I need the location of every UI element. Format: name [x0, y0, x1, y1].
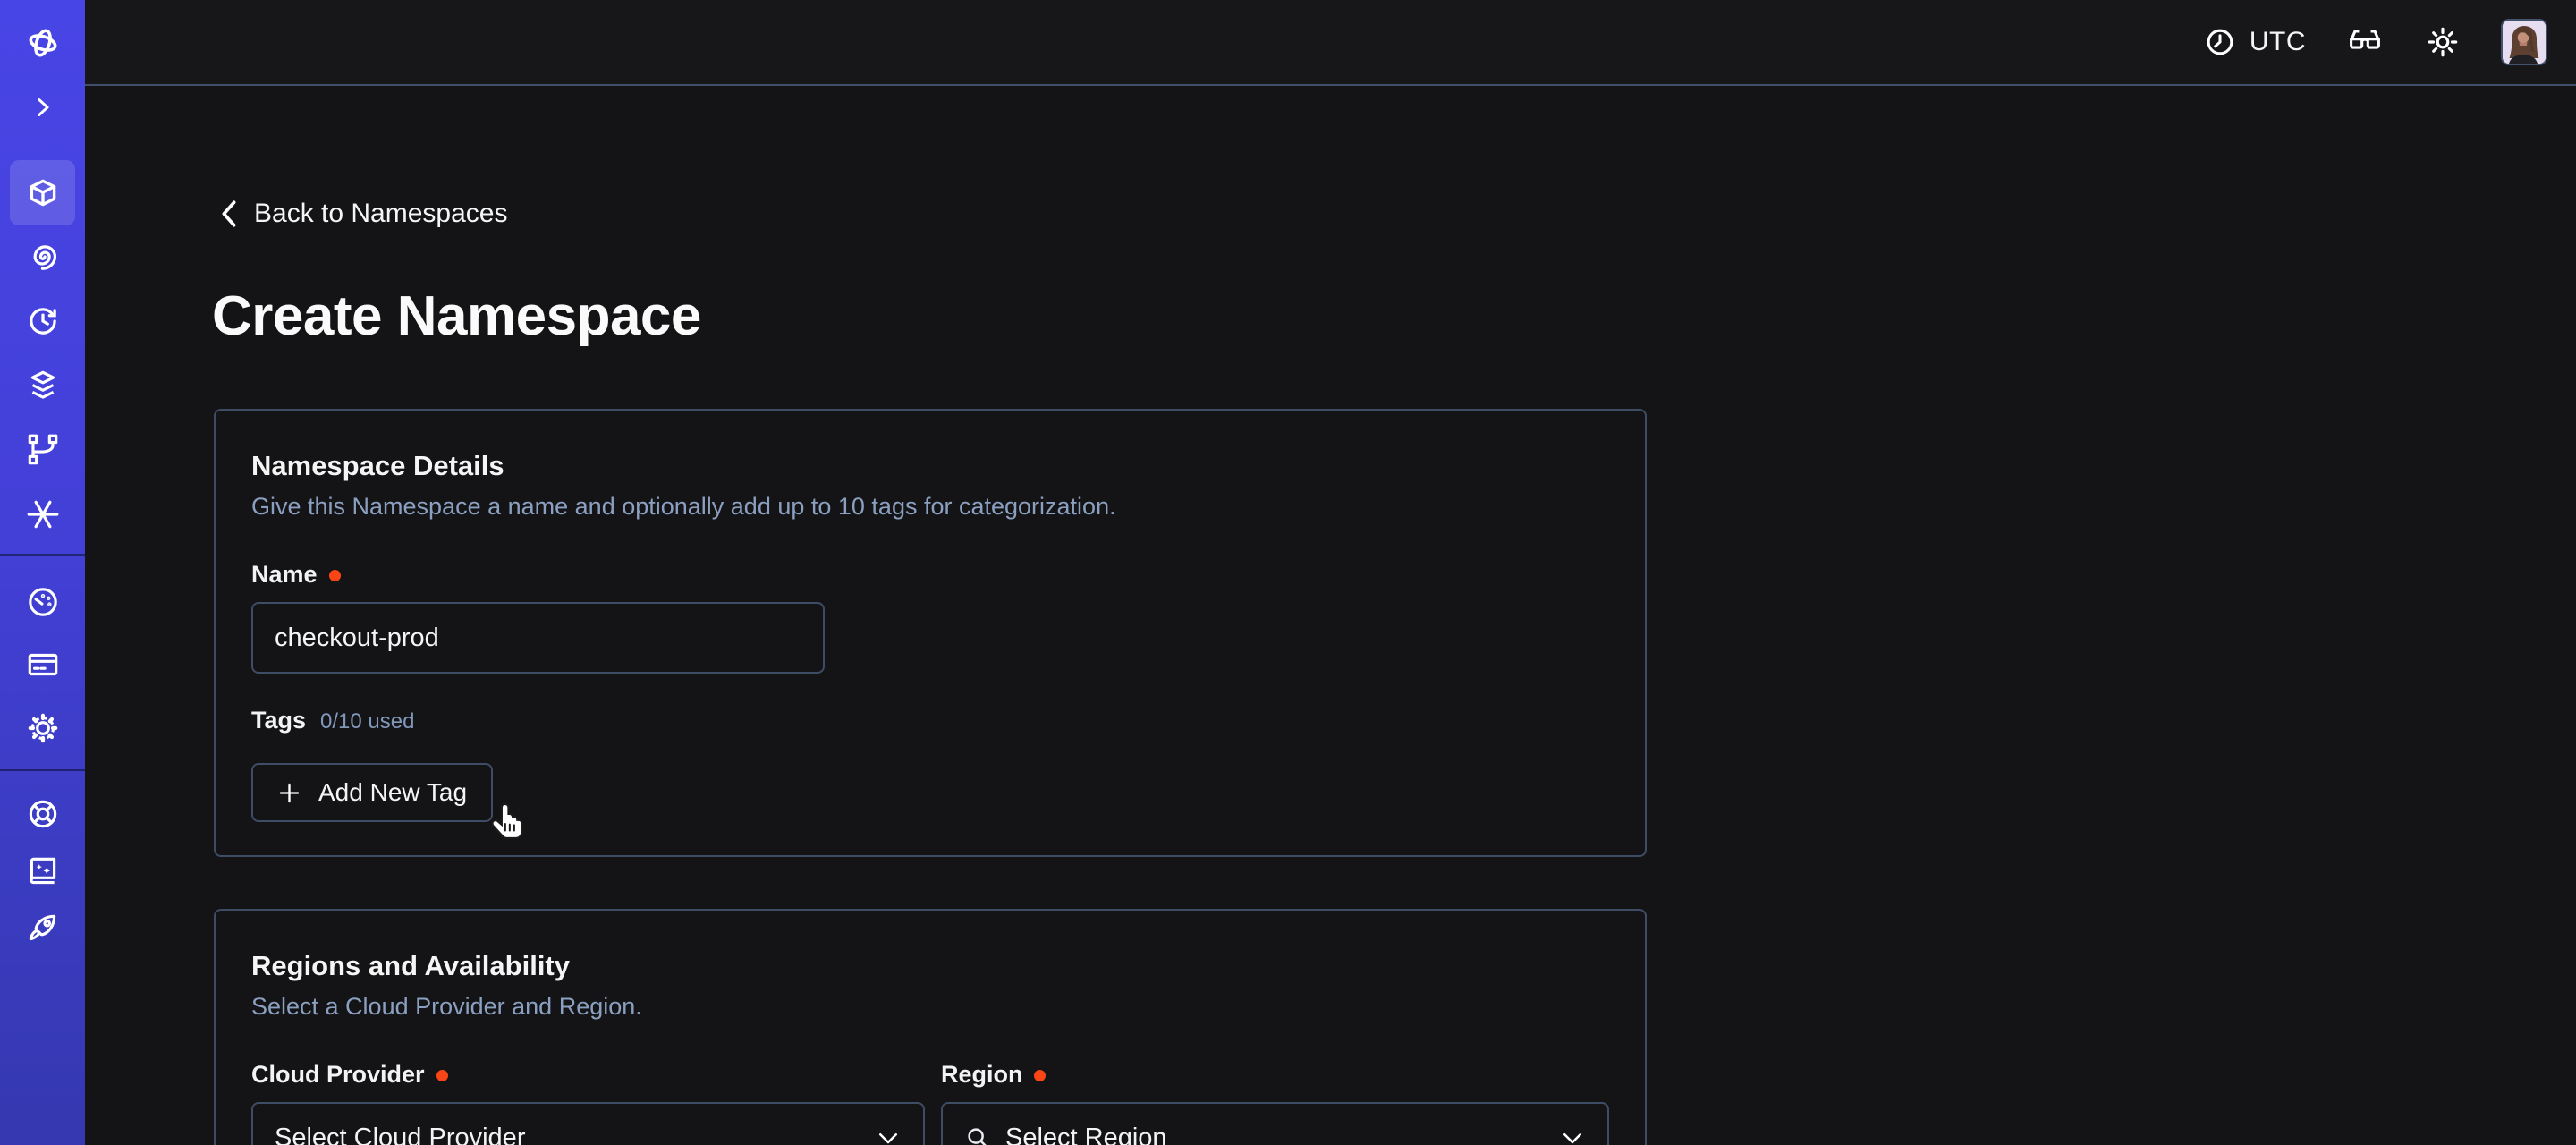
region-placeholder: Select Region [1005, 1124, 1167, 1145]
chevron-down-icon [875, 1124, 902, 1145]
sidebar-item-batch-operations[interactable] [10, 353, 75, 418]
namespace-details-card: Namespace Details Give this Namespace a … [214, 409, 1647, 857]
timezone-selector[interactable]: UTC [2203, 25, 2306, 59]
user-avatar[interactable] [2501, 19, 2547, 65]
docs-icon [24, 852, 62, 890]
topbar: UTC [85, 0, 2576, 86]
mouse-cursor [487, 802, 529, 848]
labs-mode-toggle[interactable] [2345, 22, 2385, 62]
sidebar-item-nexus[interactable] [10, 482, 75, 547]
region-label-text: Region [941, 1059, 1023, 1090]
workflows-icon [24, 238, 62, 276]
glasses-icon [2345, 22, 2385, 62]
regions-availability-card: Regions and Availability Select a Cloud … [214, 909, 1647, 1145]
tags-counter: 0/10 used [320, 709, 414, 734]
sidebar-item-usage[interactable] [10, 570, 75, 634]
sidebar-item-schedules[interactable] [10, 289, 75, 353]
add-new-tag-button[interactable]: Add New Tag [251, 763, 493, 822]
sun-icon [2424, 23, 2462, 61]
back-link-label: Back to Namespaces [254, 199, 507, 229]
search-icon [964, 1124, 991, 1145]
create-namespace-page: UTC [0, 0, 2576, 1145]
sidebar-item-docs[interactable] [10, 839, 75, 903]
add-tag-label: Add New Tag [318, 778, 467, 807]
temporal-logo[interactable] [10, 11, 75, 75]
settings-icon [24, 709, 62, 747]
chevron-left-icon [218, 199, 240, 229]
usage-icon [24, 583, 62, 621]
sidebar-item-support[interactable] [10, 782, 75, 846]
deployments-icon [24, 431, 62, 469]
sidebar-item-deployments[interactable] [10, 418, 75, 482]
region-label: Region [941, 1059, 1609, 1090]
clock-icon [2203, 25, 2237, 59]
timezone-label: UTC [2250, 27, 2306, 57]
sidebar-divider [0, 769, 85, 771]
card-subtitle: Select a Cloud Provider and Region. [251, 991, 1609, 1022]
card-title: Namespace Details [251, 450, 1609, 482]
batch-operations-icon [24, 367, 62, 404]
tags-header: Tags 0/10 used [251, 706, 1609, 735]
name-label-text: Name [251, 559, 318, 589]
expand-chevron-icon[interactable] [10, 75, 75, 140]
billing-icon [24, 646, 62, 683]
plus-icon [277, 781, 301, 805]
sidebar-item-settings[interactable] [10, 696, 75, 760]
required-dot [1034, 1070, 1046, 1081]
support-icon [24, 795, 62, 833]
tags-label: Tags [251, 706, 306, 735]
cloud-provider-label-text: Cloud Provider [251, 1059, 425, 1090]
chevron-down-icon [1559, 1124, 1586, 1145]
back-to-namespaces-link[interactable]: Back to Namespaces [218, 199, 507, 229]
sidebar-item-billing[interactable] [10, 632, 75, 697]
sidebar-divider [0, 554, 85, 556]
theme-toggle[interactable] [2424, 23, 2462, 61]
cloud-provider-select[interactable]: Select Cloud Provider [251, 1102, 925, 1145]
sidebar-item-workflows[interactable] [10, 225, 75, 289]
sidebar-item-namespaces[interactable] [10, 160, 75, 225]
cloud-provider-placeholder: Select Cloud Provider [275, 1124, 525, 1145]
namespaces-icon [24, 174, 62, 212]
schedules-icon [24, 302, 62, 340]
page-title: Create Namespace [212, 284, 701, 348]
sidebar-item-getting-started[interactable] [10, 896, 75, 961]
sidebar [0, 0, 85, 1145]
name-field-label: Name [251, 559, 1609, 589]
card-subtitle: Give this Namespace a name and optionall… [251, 491, 1609, 522]
namespace-name-input[interactable] [251, 602, 825, 674]
required-dot [329, 570, 341, 581]
region-select[interactable]: Select Region [941, 1102, 1609, 1145]
required-dot [436, 1070, 448, 1081]
card-title: Regions and Availability [251, 950, 1609, 982]
nexus-icon [24, 496, 62, 533]
cloud-provider-label: Cloud Provider [251, 1059, 925, 1090]
getting-started-icon [24, 910, 62, 947]
